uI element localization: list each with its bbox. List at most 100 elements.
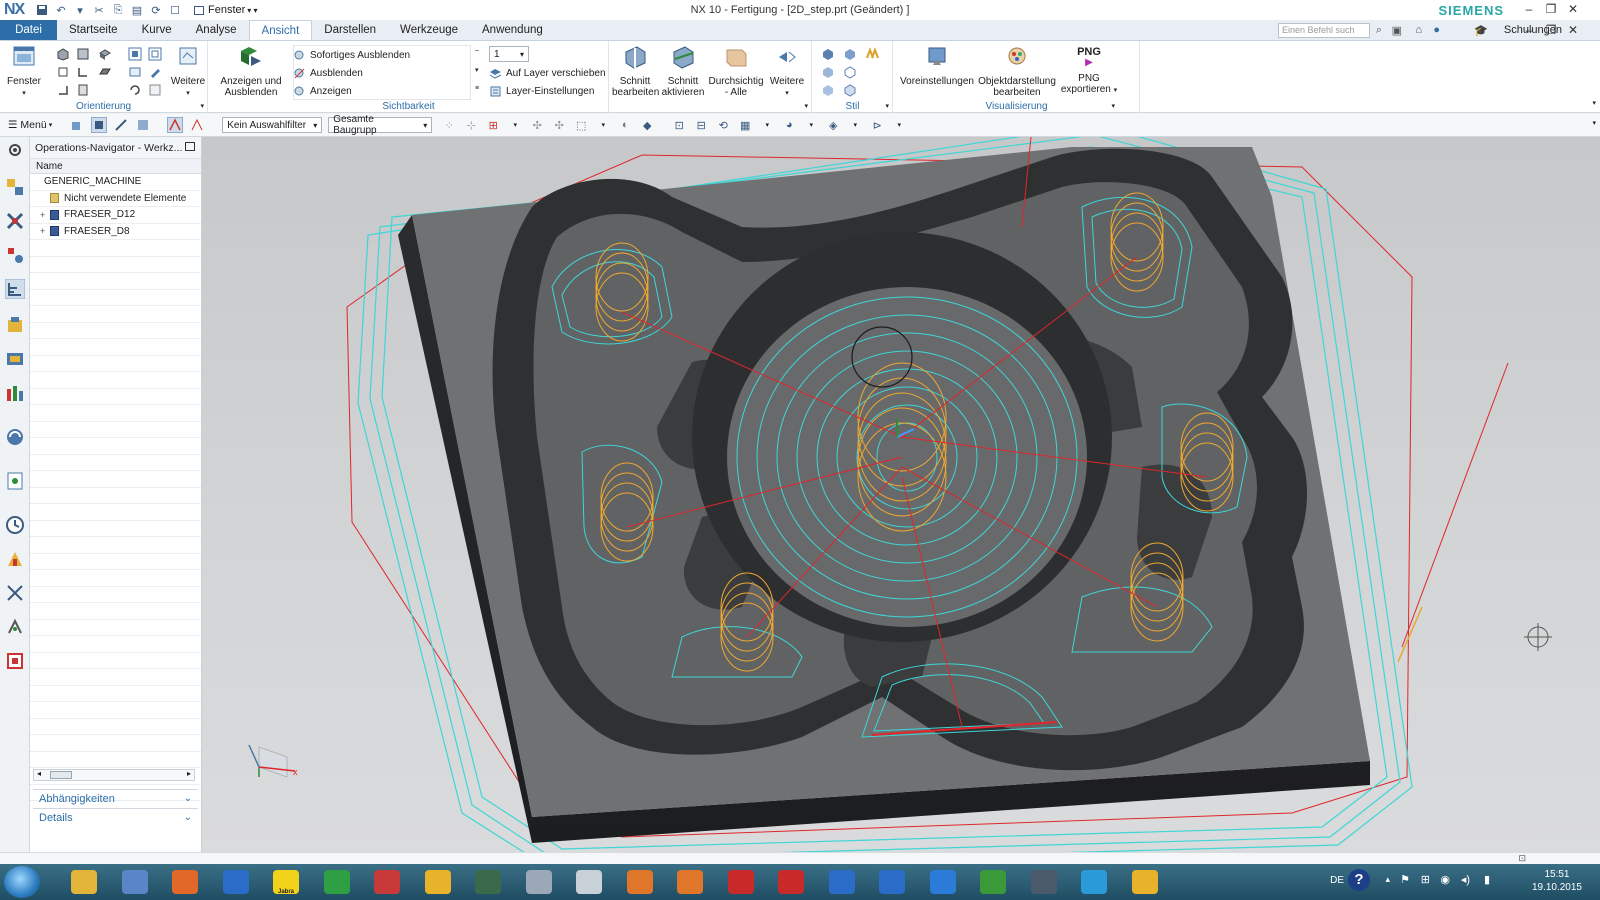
expand-icon[interactable]: +: [40, 210, 50, 220]
tab-analyse[interactable]: Analyse: [184, 20, 249, 40]
hidden-edges-icon[interactable]: [843, 65, 857, 79]
midpoint-icon[interactable]: ⊞: [485, 117, 501, 133]
partial-shaded-icon[interactable]: [821, 83, 835, 97]
intersection-icon[interactable]: ✣: [529, 117, 545, 133]
view-right-icon[interactable]: [56, 65, 70, 79]
tab-darstellen[interactable]: Darstellen: [312, 20, 388, 40]
help-icon[interactable]: ●: [1433, 24, 1440, 36]
box-select-icon[interactable]: ⬚: [573, 117, 589, 133]
select-edges-icon[interactable]: [113, 117, 129, 133]
view-fit-icon[interactable]: ⊡: [671, 117, 687, 133]
gallery-down-icon[interactable]: ▾: [475, 66, 479, 74]
scroll-left-icon[interactable]: ◂: [37, 769, 41, 778]
anzeigen-ausblenden-button[interactable]: Anzeigen und Ausblenden: [219, 44, 283, 98]
schnitt-bearbeiten-button[interactable]: Schnitt bearbeiten: [612, 44, 659, 98]
machine-tool-navigator-icon[interactable]: [5, 315, 25, 335]
expand-icon[interactable]: +: [40, 226, 50, 236]
taskbar-firefox-icon[interactable]: [163, 867, 207, 897]
view-back-icon[interactable]: [76, 83, 90, 97]
tab-werkzeuge[interactable]: Werkzeuge: [388, 20, 470, 40]
dropdown-icon[interactable]: ▾: [72, 2, 88, 18]
pan-icon[interactable]: [128, 65, 142, 79]
ribbon-options-icon[interactable]: ▾: [1592, 99, 1596, 107]
chevron-down-icon[interactable]: ▾: [847, 117, 863, 133]
taskbar-solidworks-2015-icon[interactable]: [769, 867, 813, 897]
arc-center-icon[interactable]: ✣: [551, 117, 567, 133]
repeat-command-icon[interactable]: ⟳: [148, 2, 164, 18]
gallery-expand-icon[interactable]: ≡: [475, 85, 479, 92]
taskbar-outlook-icon[interactable]: [214, 867, 258, 897]
png-exportieren-button[interactable]: PNG ▶ PNG exportieren ▾: [1058, 44, 1120, 96]
tree-row[interactable]: Nicht verwendete Elemente: [30, 191, 201, 207]
undo-icon[interactable]: ↶: [53, 2, 69, 18]
durchsichtig-alle-button[interactable]: Durchsichtig - Alle: [706, 44, 766, 98]
details-panel[interactable]: Details ⌄: [33, 808, 198, 826]
scroll-right-icon[interactable]: ▸: [187, 769, 191, 778]
taskbar-inventor-1-icon[interactable]: [618, 867, 662, 897]
select-features-icon[interactable]: [91, 117, 108, 133]
chevron-down-icon[interactable]: ▾: [759, 117, 775, 133]
chevron-down-icon[interactable]: ▾: [891, 117, 907, 133]
fenster-button[interactable]: Fenster ▾: [4, 44, 44, 99]
help-tray-icon[interactable]: ?: [1348, 869, 1370, 891]
graphics-window[interactable]: x: [202, 137, 1600, 852]
constraint-navigator-icon[interactable]: [5, 245, 25, 265]
taskbar-sunflower-icon[interactable]: [416, 867, 460, 897]
selection-filter-select[interactable]: Kein Auswahlfilter ▾: [222, 117, 323, 133]
system-materials-icon[interactable]: [5, 549, 25, 569]
group-expand-icon[interactable]: ▾: [885, 102, 889, 110]
taskbar-explorer-icon[interactable]: [62, 867, 106, 897]
body-icon[interactable]: ◆: [639, 117, 655, 133]
toolbar-options-icon[interactable]: ▾: [1592, 119, 1596, 127]
process-studio-icon[interactable]: [5, 583, 25, 603]
copy-icon[interactable]: ⎘: [110, 2, 126, 18]
paste-icon[interactable]: ▤: [129, 2, 145, 18]
show-hide-quick-icon[interactable]: ⊳: [869, 117, 885, 133]
taskbar-camtasia-icon[interactable]: [971, 867, 1015, 897]
render-style-icon[interactable]: ◕: [781, 117, 797, 133]
tab-ansicht[interactable]: Ansicht: [248, 20, 313, 40]
dependencies-panel[interactable]: Abhängigkeiten ⌄: [33, 789, 198, 807]
taskbar-winword-jr-icon[interactable]: [315, 867, 359, 897]
tree-row[interactable]: + FRAESER_D12: [30, 207, 201, 224]
taskbar-moodle-icon[interactable]: [365, 867, 409, 897]
taskbar-skype-icon[interactable]: [1072, 867, 1116, 897]
start-button[interactable]: [4, 866, 40, 898]
taskbar-nx-2-icon[interactable]: [870, 867, 914, 897]
palette-icon[interactable]: [5, 471, 25, 491]
point-snap-icon[interactable]: ⁘: [441, 117, 457, 133]
doc-minimize-button[interactable]: –: [1520, 23, 1538, 39]
work-layer-select[interactable]: 1 ▾: [489, 46, 529, 62]
reuse-library-icon[interactable]: [5, 349, 25, 369]
studio-icon[interactable]: [865, 47, 879, 61]
sync-icon[interactable]: ◉: [1440, 873, 1450, 886]
group-expand-icon[interactable]: ▾: [804, 102, 808, 110]
chevron-down-icon[interactable]: ▾: [595, 117, 611, 133]
chevron-down-icon[interactable]: ▾: [507, 117, 523, 133]
taskbar-sunflower-2-icon[interactable]: [1123, 867, 1167, 897]
cam-model-view[interactable]: x: [202, 137, 1600, 852]
roles-icon[interactable]: [5, 651, 25, 671]
tab-anwendung[interactable]: Anwendung: [470, 20, 555, 40]
scroll-thumb[interactable]: [50, 771, 72, 779]
touch-mode-icon[interactable]: ☐: [167, 2, 183, 18]
voreinstellungen-button[interactable]: Voreinstellungen: [896, 44, 978, 87]
ausblenden-button[interactable]: Ausblenden: [293, 65, 363, 81]
pin-icon[interactable]: [185, 142, 195, 151]
view-iso-icon[interactable]: [56, 47, 70, 61]
endpoint-icon[interactable]: ⊹: [463, 117, 479, 133]
layer-einstellungen-button[interactable]: Layer-Einstellungen: [489, 83, 594, 99]
highlight-icon[interactable]: ◐: [617, 117, 633, 133]
view-rotate-icon[interactable]: ⟲: [715, 117, 731, 133]
flag-icon[interactable]: ⚑: [1400, 873, 1410, 886]
view-front-icon[interactable]: [76, 47, 90, 61]
view-trimetric-icon[interactable]: [98, 47, 112, 61]
clock[interactable]: 15:51 19.10.2015: [1532, 868, 1582, 894]
static-wireframe-icon[interactable]: [843, 83, 857, 97]
tab-kurve[interactable]: Kurve: [130, 20, 184, 40]
group-expand-icon[interactable]: ▾: [1111, 102, 1115, 110]
select-parts-icon[interactable]: [69, 117, 85, 133]
operation-navigator-icon[interactable]: [5, 279, 25, 299]
doc-restore-button[interactable]: ❐: [1542, 23, 1560, 39]
schnitt-aktivieren-button[interactable]: Schnitt aktivieren: [660, 44, 706, 98]
